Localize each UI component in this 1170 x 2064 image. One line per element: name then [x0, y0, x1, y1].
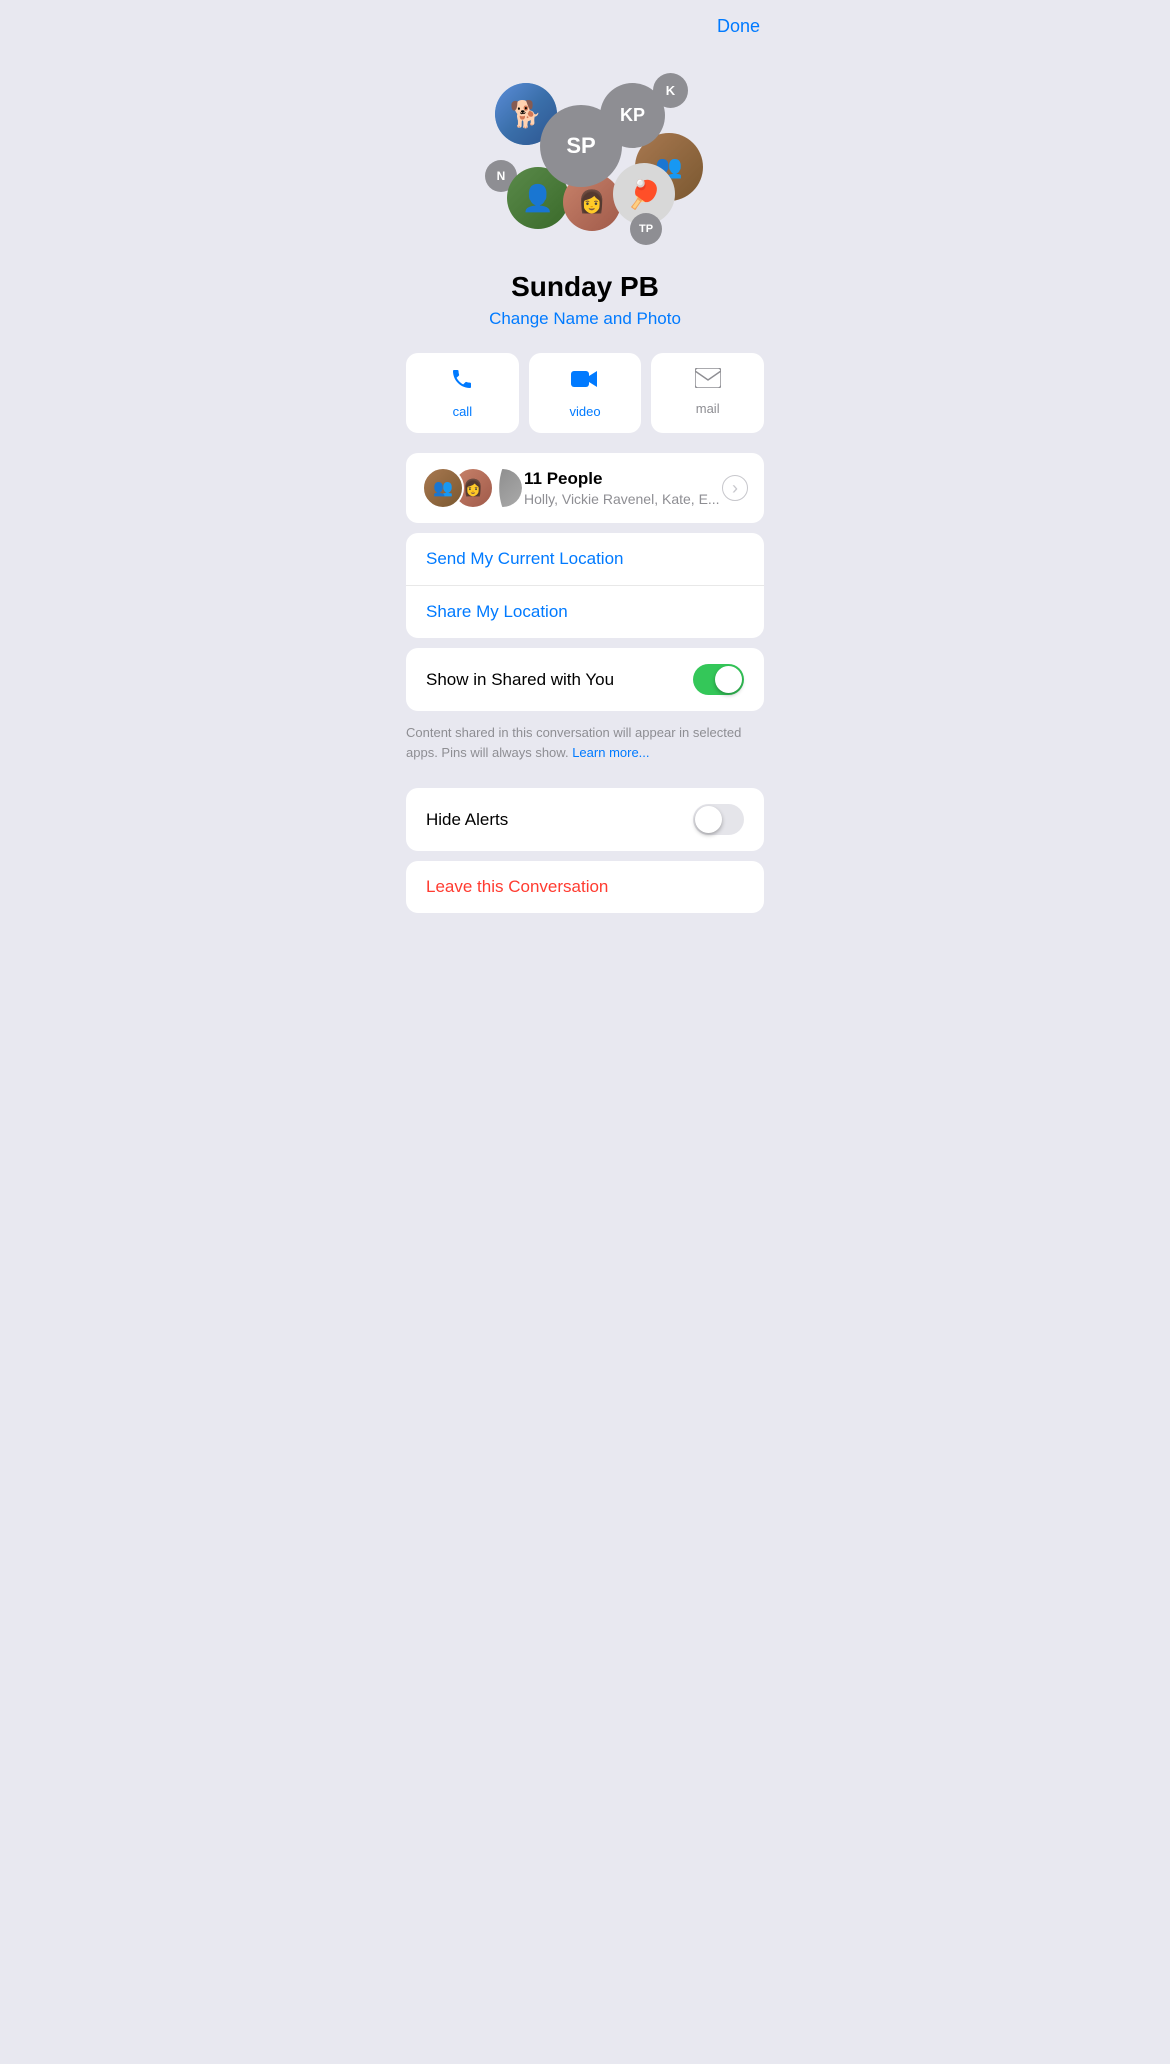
share-location-label: Share My Location — [426, 602, 568, 621]
header: Done — [390, 0, 780, 45]
leave-label: Leave this Conversation — [426, 877, 608, 896]
mail-label: mail — [696, 401, 720, 416]
people-row[interactable]: 👥 👩 11 People Holly, Vickie Ravenel, Kat… — [406, 453, 764, 523]
chevron-right-icon: › — [722, 475, 748, 501]
people-avatar-1: 👥 — [422, 467, 464, 509]
person1-emoji: 👤 — [522, 183, 554, 214]
people-av1-emoji: 👥 — [433, 478, 453, 498]
people-count: 11 People — [524, 469, 722, 489]
mail-icon — [695, 367, 721, 395]
shared-with-you-toggle[interactable] — [693, 664, 744, 695]
call-icon — [450, 367, 474, 398]
group-name: Sunday PB — [410, 271, 760, 303]
woman-emoji: 👩 — [578, 189, 605, 215]
send-location-row[interactable]: Send My Current Location — [406, 533, 764, 586]
share-location-row[interactable]: Share My Location — [406, 586, 764, 638]
learn-more-link[interactable]: Learn more... — [572, 745, 649, 760]
people-card: 👥 👩 11 People Holly, Vickie Ravenel, Kat… — [406, 453, 764, 523]
send-location-label: Send My Current Location — [426, 549, 624, 568]
hide-alerts-knob — [695, 806, 722, 833]
leave-row[interactable]: Leave this Conversation — [406, 861, 764, 913]
people-av2-emoji: 👩 — [463, 478, 483, 498]
page-wrapper: Done 🐕 SP KP K N 👤 👩 🏓 — [390, 0, 780, 963]
hide-alerts-label: Hide Alerts — [426, 810, 508, 830]
hide-alerts-toggle[interactable] — [693, 804, 744, 835]
people-info: 11 People Holly, Vickie Ravenel, Kate, E… — [524, 469, 722, 507]
shared-with-you-row: Show in Shared with You — [406, 648, 764, 711]
video-label: video — [569, 404, 600, 419]
hide-alerts-card: Hide Alerts — [406, 788, 764, 851]
done-button[interactable]: Done — [717, 16, 760, 37]
call-button[interactable]: call — [406, 353, 519, 433]
people-avatars: 👥 👩 — [422, 467, 512, 509]
leave-card: Leave this Conversation — [406, 861, 764, 913]
avatar-k: K — [653, 73, 688, 108]
mail-button[interactable]: mail — [651, 353, 764, 433]
video-button[interactable]: video — [529, 353, 642, 433]
location-card: Send My Current Location Share My Locati… — [406, 533, 764, 638]
shared-with-you-label: Show in Shared with You — [426, 670, 614, 690]
action-buttons: call video mail — [406, 353, 764, 433]
toggle-knob — [715, 666, 742, 693]
shared-with-you-card: Show in Shared with You — [406, 648, 764, 711]
avatar-sp: SP — [540, 105, 622, 187]
avatar-tp: TP — [630, 213, 662, 245]
change-name-link[interactable]: Change Name and Photo — [390, 309, 780, 329]
hide-alerts-row: Hide Alerts — [406, 788, 764, 851]
people-names: Holly, Vickie Ravenel, Kate, E... — [524, 491, 722, 507]
shared-description: Content shared in this conversation will… — [390, 717, 780, 778]
call-label: call — [453, 404, 473, 419]
avatar-cluster: 🐕 SP KP K N 👤 👩 🏓 👥 — [485, 55, 685, 255]
video-icon — [571, 367, 599, 398]
